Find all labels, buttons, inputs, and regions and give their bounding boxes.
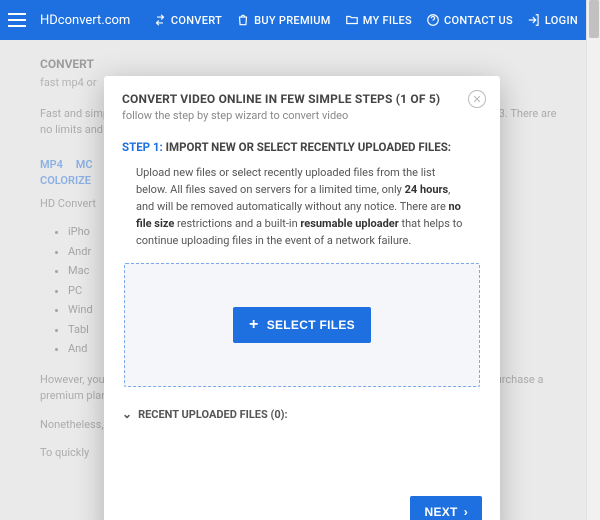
recent-files-label: RECENT UPLOADED FILES (0): bbox=[138, 408, 288, 421]
file-dropzone[interactable]: + SELECT FILES bbox=[124, 263, 480, 387]
brand-label[interactable]: HDconvert.com bbox=[40, 13, 130, 28]
nav-contact[interactable]: CONTACT US bbox=[426, 13, 513, 27]
modal-subtitle: follow the step by step wizard to conver… bbox=[122, 109, 482, 122]
nav-files-label: MY FILES bbox=[363, 14, 412, 27]
nav-login-label: LOGIN bbox=[545, 14, 578, 27]
select-files-label: SELECT FILES bbox=[267, 318, 355, 332]
step-instructions: Upload new files or select recently uplo… bbox=[136, 164, 468, 249]
nav-login[interactable]: LOGIN bbox=[527, 13, 578, 27]
nav-buy-label: BUY PREMIUM bbox=[254, 14, 331, 27]
close-icon[interactable]: ✕ bbox=[468, 90, 486, 108]
menu-icon[interactable] bbox=[8, 9, 30, 31]
nav-links: CONVERT BUY PREMIUM MY FILES CONTACT US … bbox=[153, 13, 578, 27]
bag-icon bbox=[236, 13, 250, 27]
login-icon bbox=[527, 13, 541, 27]
step-heading: STEP 1: IMPORT NEW OR SELECT RECENTLY UP… bbox=[122, 140, 482, 154]
step-title: IMPORT NEW OR SELECT RECENTLY UPLOADED F… bbox=[163, 140, 451, 154]
next-label: NEXT bbox=[424, 505, 457, 519]
scrollbar-thumb[interactable] bbox=[589, 0, 599, 38]
nav-buy[interactable]: BUY PREMIUM bbox=[236, 13, 331, 27]
chevron-right-icon: › bbox=[464, 505, 468, 519]
plus-icon: + bbox=[249, 317, 259, 333]
modal-title: CONVERT VIDEO ONLINE IN FEW SIMPLE STEPS… bbox=[122, 92, 482, 106]
nav-convert-label: CONVERT bbox=[171, 14, 222, 27]
help-icon bbox=[426, 13, 440, 27]
chevron-down-icon: ⌄ bbox=[122, 407, 132, 421]
next-button[interactable]: NEXT › bbox=[410, 496, 482, 520]
folder-icon bbox=[345, 13, 359, 27]
nav-convert[interactable]: CONVERT bbox=[153, 13, 222, 27]
step-number: STEP 1: bbox=[122, 140, 163, 154]
nav-files[interactable]: MY FILES bbox=[345, 13, 412, 27]
convert-wizard-modal: ✕ CONVERT VIDEO ONLINE IN FEW SIMPLE STE… bbox=[104, 76, 500, 520]
top-nav: HDconvert.com CONVERT BUY PREMIUM MY FIL… bbox=[0, 0, 586, 40]
recent-files-toggle[interactable]: ⌄ RECENT UPLOADED FILES (0): bbox=[122, 407, 482, 421]
swap-icon bbox=[153, 13, 167, 27]
select-files-button[interactable]: + SELECT FILES bbox=[233, 307, 371, 343]
nav-contact-label: CONTACT US bbox=[444, 14, 513, 27]
scrollbar-track[interactable] bbox=[586, 0, 600, 520]
